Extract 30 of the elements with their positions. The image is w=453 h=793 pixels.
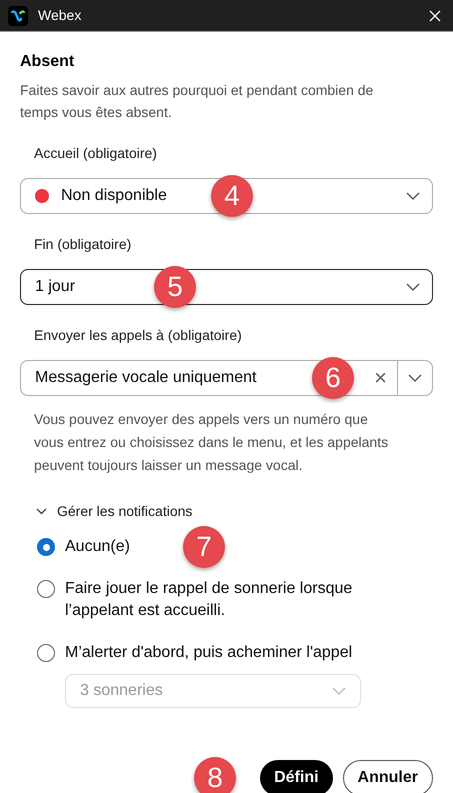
chevron-down-icon bbox=[332, 687, 346, 695]
number-callout: 6 bbox=[312, 357, 354, 399]
option-label: Aucun(e) bbox=[65, 537, 131, 557]
dropdown-field[interactable]: 1 jour 5 bbox=[20, 269, 433, 305]
chevron-down-icon bbox=[406, 283, 420, 291]
clear-button[interactable]: × bbox=[374, 367, 387, 389]
radio-button[interactable] bbox=[37, 580, 55, 598]
number-callout: 4 bbox=[211, 175, 253, 217]
field-label: Envoyer les appels à (obligatoire) bbox=[33, 326, 243, 345]
number-callout: 8 bbox=[194, 757, 236, 793]
confirm-button[interactable]: Défini bbox=[260, 760, 333, 793]
dropdown-field[interactable]: Non disponible 4 bbox=[20, 178, 433, 214]
field-label: Accueil (obligatoire) bbox=[33, 144, 158, 163]
radio-button[interactable] bbox=[37, 538, 55, 556]
dialog-heading: Absent bbox=[20, 52, 76, 72]
combo-field[interactable]: Messagerie vocale uniquement × 6 bbox=[20, 360, 433, 396]
number-callout: 7 bbox=[183, 526, 225, 568]
field-label: Fin (obligatoire) bbox=[33, 235, 132, 254]
helper-text: Vous pouvez envoyer des appels vers un numéro que vous entrez ou choisissez dans le menu, et les appelants peuvent toujours laisser un message vocal. bbox=[33, 410, 390, 475]
app-logo-icon bbox=[8, 6, 28, 26]
chevron-down-icon bbox=[36, 508, 47, 515]
number-callout: 5 bbox=[154, 266, 196, 308]
cancel-button[interactable]: Annuler bbox=[342, 760, 433, 793]
chevron-down-icon bbox=[406, 192, 420, 200]
window-title: Webex bbox=[38, 6, 82, 25]
notifications-toggle[interactable]: Gérer les notifications bbox=[36, 501, 192, 522]
option-label: M’alerter d'abord, puis acheminer l'appel bbox=[65, 643, 354, 663]
description-text: Faites savoir aux autres pourquoi et pendant combien de temps vous êtes absent. bbox=[20, 81, 374, 122]
radio-button[interactable] bbox=[37, 644, 55, 662]
option-label: Faire jouer le rappel de sonnerie lorsque l’appelant est accueilli. bbox=[65, 579, 354, 621]
